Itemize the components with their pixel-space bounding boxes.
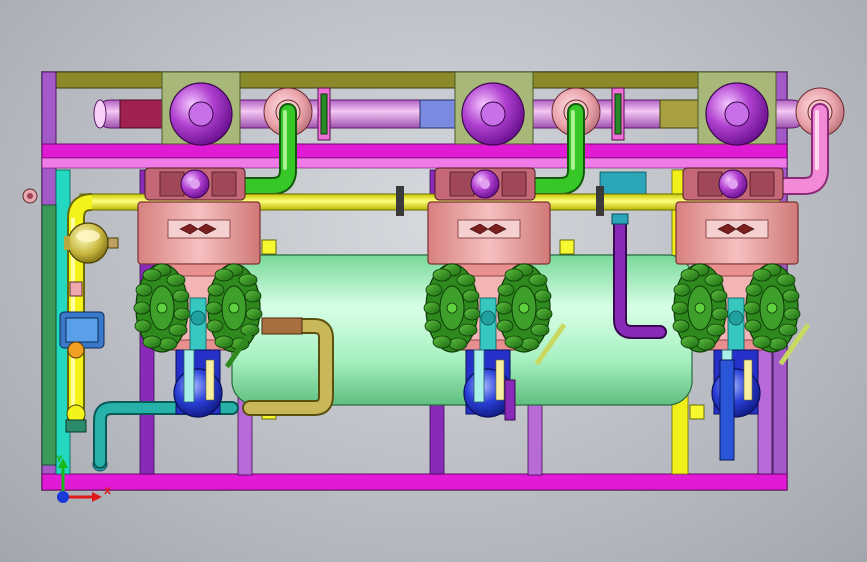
compressor-rack-model[interactable]: Y X (0, 0, 867, 562)
cad-viewport[interactable]: Y X (0, 0, 867, 562)
sight-glass-icon[interactable] (22, 188, 38, 204)
axis-y-label: Y (55, 455, 63, 465)
liquid-line-teal[interactable] (93, 401, 239, 469)
axis-x-label: X (104, 487, 111, 497)
